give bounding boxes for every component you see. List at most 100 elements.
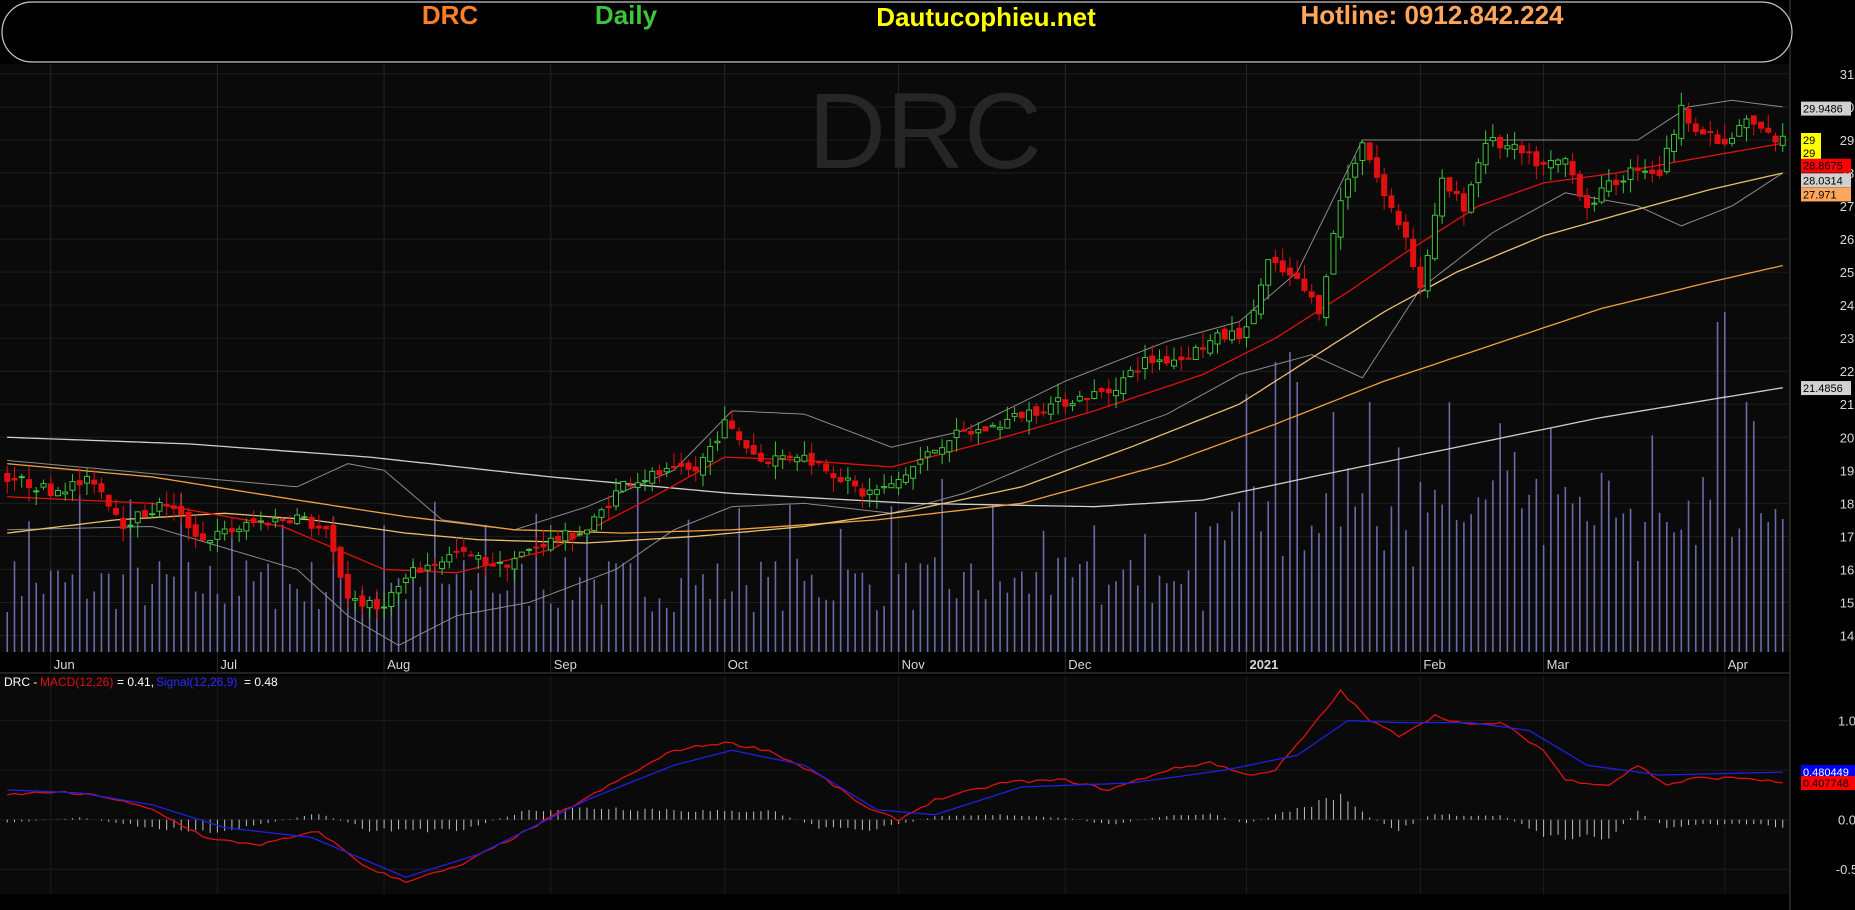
candle-body <box>1714 134 1721 144</box>
candle-body <box>1758 121 1765 129</box>
candle-body <box>1431 214 1438 260</box>
candle-body <box>939 447 946 455</box>
candle-body <box>518 551 525 557</box>
signal-legend-name: Signal(12,26,9) <box>156 675 237 689</box>
candle-body <box>1185 357 1192 360</box>
candle-body <box>475 555 482 560</box>
candle-body <box>47 483 54 497</box>
candle-body <box>98 483 105 493</box>
candle-body <box>772 455 779 467</box>
candle-body <box>1402 221 1409 238</box>
candle-body <box>1627 167 1634 180</box>
y-tick-label: 20 <box>1840 430 1854 445</box>
candle-body <box>163 504 170 507</box>
candle-body <box>1518 145 1525 154</box>
candle-body <box>1171 359 1178 367</box>
price-axis-label-text: 28.0314 <box>1803 175 1843 187</box>
candle-body <box>1736 125 1743 137</box>
candle-body <box>373 599 380 610</box>
candle-body <box>837 477 844 483</box>
candle-body <box>823 463 830 472</box>
candle-body <box>1033 406 1040 416</box>
candle-body <box>873 489 880 495</box>
candle-body <box>699 456 706 476</box>
candle-body <box>214 530 221 540</box>
candle-body <box>1417 266 1424 289</box>
candle-body <box>844 477 851 481</box>
candle-body <box>1743 118 1750 129</box>
candle-body <box>199 533 206 541</box>
candle-body <box>1460 193 1467 212</box>
candle-body <box>1381 174 1388 197</box>
candle-body <box>975 429 982 434</box>
candle-body <box>1671 133 1678 152</box>
candle-body <box>1613 179 1620 186</box>
candle-body <box>830 473 837 479</box>
candle-body <box>1642 170 1649 173</box>
candle-body <box>1221 328 1228 340</box>
candle-body <box>1199 347 1206 350</box>
candle-body <box>1257 284 1264 315</box>
macd-y-tick-label: 0.0 <box>1838 813 1855 828</box>
candle-body <box>540 543 547 548</box>
candle-body <box>743 440 750 449</box>
x-tick-label: Aug <box>387 657 410 672</box>
candle-body <box>1685 108 1692 124</box>
candle-body <box>1388 195 1395 208</box>
candle-body <box>1475 162 1482 184</box>
x-tick-label: Mar <box>1547 657 1570 672</box>
candle-body <box>1163 356 1170 364</box>
candle-body <box>1084 398 1091 401</box>
candle-body <box>1142 357 1149 370</box>
candle-body <box>888 483 895 489</box>
candle-body <box>1091 391 1098 399</box>
candle-body <box>1286 267 1293 276</box>
candle-body <box>1127 369 1134 378</box>
candle-body <box>149 513 156 516</box>
candle-body <box>612 490 619 507</box>
candle-body <box>417 567 424 573</box>
candle-body <box>1301 278 1308 291</box>
price-axis-label: 21.4856 <box>1801 381 1851 396</box>
candle-body <box>1678 104 1685 139</box>
candle-body <box>881 486 888 489</box>
candle-body <box>286 520 293 524</box>
candle-body <box>279 518 286 522</box>
candle-body <box>598 509 605 518</box>
candle-body <box>910 466 917 479</box>
candle-body <box>728 420 735 429</box>
candle-body <box>18 476 25 479</box>
macd-panel-bg <box>0 676 1790 894</box>
candle-body <box>924 451 931 458</box>
candle-body <box>656 470 663 476</box>
price-axis-label-text: 29 <box>1803 148 1815 160</box>
chart-canvas: DRC 141516171819202122232425262728293031… <box>0 0 1855 910</box>
candle-body <box>11 477 18 481</box>
price-axis-label: 28.8675 <box>1801 158 1851 173</box>
candle-body <box>1729 137 1736 144</box>
candle-body <box>562 530 569 542</box>
candle-body <box>663 468 670 473</box>
y-tick-label: 22 <box>1840 364 1854 379</box>
ticker-title: DRC <box>422 0 479 30</box>
candle-body <box>982 426 989 432</box>
candle-body <box>1497 136 1504 149</box>
candle-body <box>989 424 996 428</box>
candle-body <box>1243 326 1250 338</box>
candle-body <box>866 489 873 496</box>
candle-body <box>156 502 163 512</box>
candle-body <box>127 524 134 527</box>
candle-body <box>1250 309 1257 325</box>
candle-body <box>366 600 373 609</box>
candle-body <box>591 516 598 532</box>
candle-body <box>692 466 699 472</box>
candle-body <box>714 440 721 444</box>
x-tick-label: Sep <box>554 657 577 672</box>
candle-body <box>526 548 533 551</box>
ticker-watermark: DRC <box>808 70 1042 191</box>
candle-body <box>1055 397 1062 402</box>
candle-body <box>337 546 344 578</box>
candle-body <box>1214 332 1221 345</box>
candle-body <box>272 517 279 523</box>
candle-body <box>250 518 257 524</box>
